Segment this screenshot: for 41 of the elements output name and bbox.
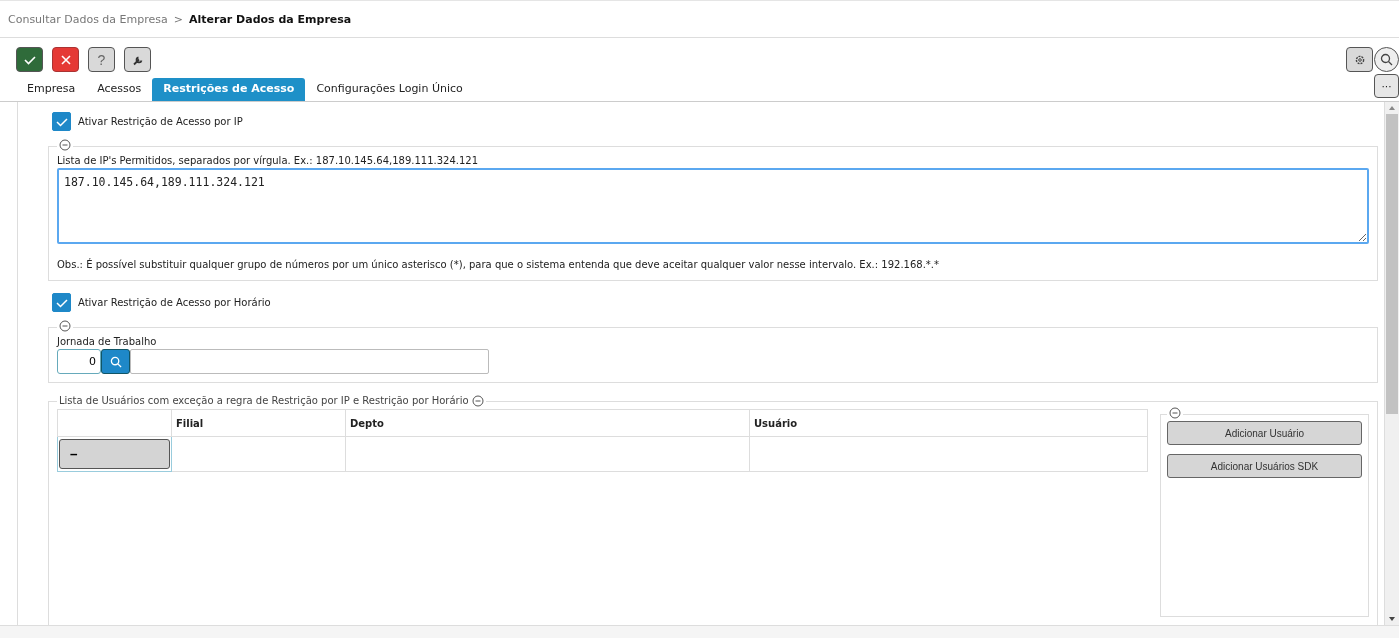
- checkbox-label: Ativar Restrição de Acesso por IP: [78, 116, 243, 127]
- more-button[interactable]: ···: [1374, 74, 1399, 98]
- remove-button[interactable]: −: [59, 439, 170, 469]
- tab[interactable]: Restrições de Acesso: [152, 78, 306, 101]
- field-label: Jornada de Trabalho: [57, 336, 158, 347]
- add-user-button[interactable]: Adicionar Usuários SDK: [1167, 454, 1362, 478]
- collapse-icon[interactable]: [471, 395, 484, 407]
- code-input[interactable]: 0: [57, 349, 101, 374]
- add-user-button[interactable]: Adicionar Usuário: [1167, 421, 1362, 445]
- search-icon: [1380, 53, 1393, 66]
- tab[interactable]: Configurações Login Único: [305, 78, 474, 101]
- scrollbar[interactable]: [1384, 102, 1399, 625]
- column-header: Filial: [171, 409, 346, 437]
- close-icon: [59, 53, 72, 66]
- tab[interactable]: Acessos: [86, 78, 153, 101]
- checkbox-label: Ativar Restrição de Acesso por Horário: [78, 297, 271, 308]
- column-header: Usuário: [749, 409, 1148, 437]
- checkbox[interactable]: [52, 293, 71, 312]
- note-text: Obs.: É possível substituir qualquer grupo de números por um único asterisco (*), para que o sistema entenda que deve aceitar qualquer valor nesse intervalo. Ex.: 192.168.*.*: [57, 259, 941, 270]
- page-title: Alterar Dados da Empresa: [189, 12, 352, 26]
- field-label: Lista de IP's Permitidos, separados por vírgula. Ex.: 187.10.145.64,189.111.324.121: [57, 155, 480, 166]
- breadcrumb-separator: >: [173, 12, 183, 26]
- help-button[interactable]: ?: [88, 47, 115, 72]
- collapse-icon[interactable]: [59, 139, 71, 151]
- column-header: Depto: [345, 409, 750, 437]
- tab[interactable]: Empresa: [16, 78, 87, 101]
- collapse-icon[interactable]: [1169, 407, 1181, 419]
- cancel-button[interactable]: [52, 47, 79, 72]
- tools-button[interactable]: [124, 47, 151, 72]
- section-title: Lista de Usuários com exceção a regra de Restrição por IP e Restrição por Horário: [59, 396, 469, 406]
- search-button[interactable]: [101, 349, 130, 374]
- confirm-button[interactable]: [16, 47, 43, 72]
- description-field[interactable]: [130, 349, 489, 374]
- ip-list-input[interactable]: 187.10.145.64,189.111.324.121: [57, 168, 1369, 244]
- search-icon: [109, 355, 122, 368]
- breadcrumb-link[interactable]: Consultar Dados da Empresa: [8, 12, 168, 26]
- checkbox[interactable]: [52, 112, 71, 131]
- settings-icon: [1353, 53, 1366, 66]
- collapse-icon[interactable]: [59, 320, 71, 332]
- settings-button[interactable]: [1346, 47, 1373, 72]
- search-button[interactable]: [1374, 47, 1399, 72]
